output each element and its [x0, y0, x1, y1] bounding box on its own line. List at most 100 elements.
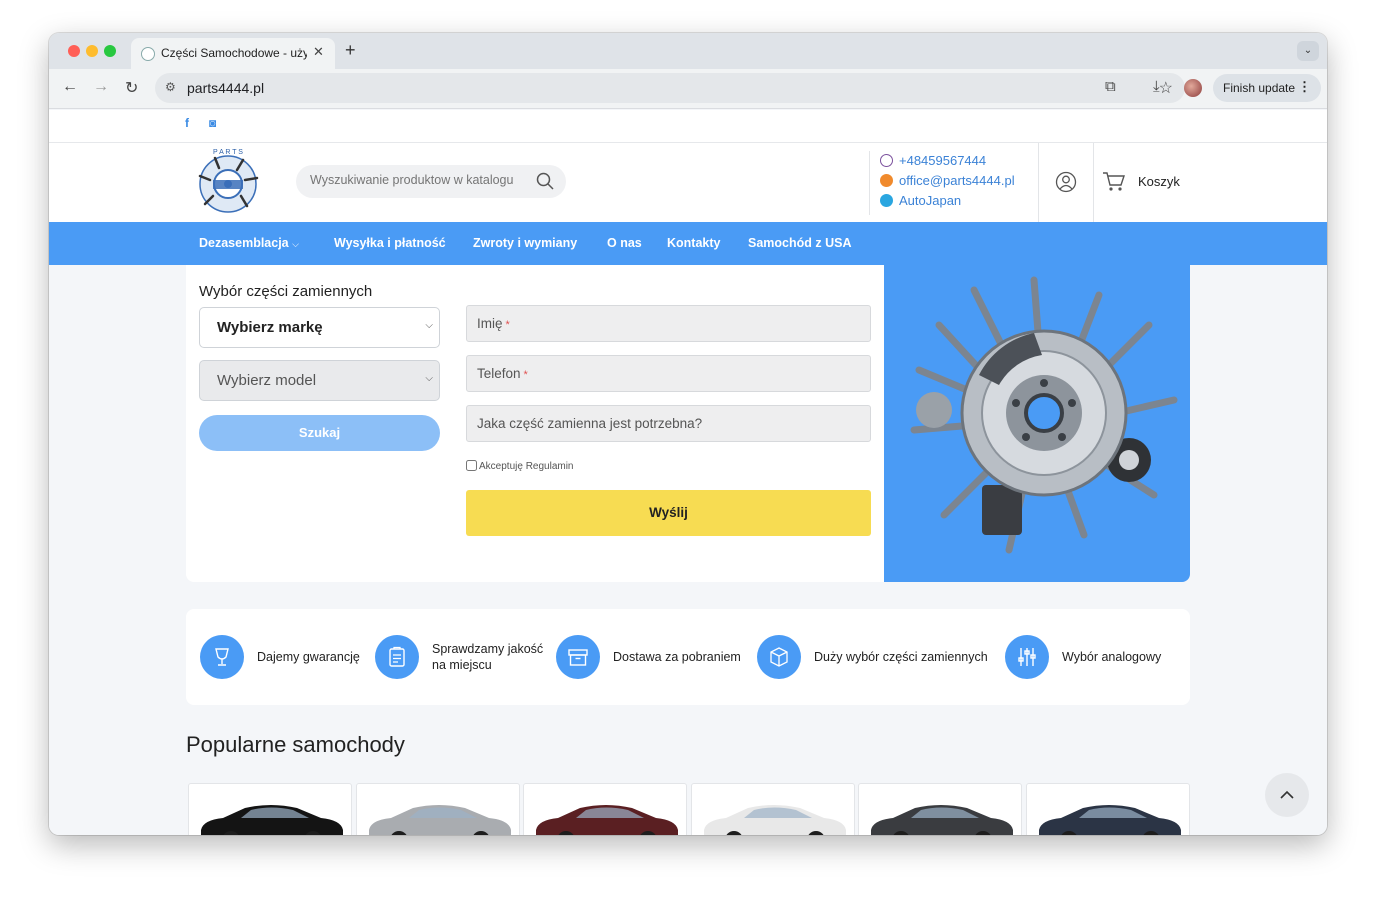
popular-car-card[interactable] — [523, 783, 687, 835]
popular-car-card[interactable] — [690, 783, 855, 835]
submit-button[interactable]: Wyślij — [466, 490, 871, 536]
browser-toolbar: ← → ↻ ⚙ parts4444.pl ☆ ⧉ ⤓ Finish update… — [49, 69, 1327, 109]
reload-icon[interactable]: ↻ — [125, 78, 138, 98]
tab-search-button[interactable]: ⌄ — [1297, 41, 1319, 61]
car-parts-illustration — [910, 276, 1178, 554]
bookmark-star-icon[interactable]: ☆ — [1159, 78, 1173, 98]
popular-car-card[interactable] — [355, 783, 520, 835]
finish-update-button[interactable]: Finish update ⋮ — [1213, 74, 1321, 102]
archive-box-icon — [556, 635, 600, 679]
chevron-down-icon: ⌵ — [425, 373, 433, 384]
car-image — [871, 805, 1013, 835]
sliders-icon — [1005, 635, 1049, 679]
browser-tab[interactable]: Części Samochodowe - używ ✕ — [131, 38, 335, 69]
cart-label: Koszyk — [1138, 174, 1180, 189]
email-icon — [880, 174, 893, 187]
close-window-button[interactable] — [68, 45, 80, 57]
search-button[interactable]: Szukaj — [199, 415, 440, 451]
phone-text: +48459567444 — [899, 153, 987, 168]
car-image — [1038, 805, 1181, 835]
required-mark: * — [505, 319, 510, 331]
part-placeholder: Jaka część zamienna jest potrzebna? — [477, 416, 703, 431]
car-parts-hero-image — [884, 265, 1190, 582]
site-header: P A R T S +48459567444 office@parts4444.… — [49, 143, 1327, 222]
extensions-icon[interactable]: ⧉ — [1105, 78, 1116, 95]
phone-placeholder: Telefon — [477, 366, 521, 381]
cart-button[interactable]: Koszyk — [1102, 171, 1192, 195]
user-icon — [1055, 171, 1077, 193]
popular-car-card[interactable] — [188, 783, 352, 835]
back-arrow-icon[interactable]: ← — [62, 78, 78, 96]
contact-info: +48459567444 office@parts4444.pl AutoJap… — [869, 151, 1039, 215]
popular-car-card[interactable] — [1025, 783, 1190, 835]
parts-request-card: Wybór części zamiennych Wybierz markę ⌵ … — [186, 265, 1190, 582]
finish-update-label: Finish update — [1223, 81, 1296, 95]
nav-item-label: Dezasemblacja — [199, 236, 289, 250]
search-input[interactable] — [310, 173, 520, 187]
forward-arrow-icon[interactable]: → — [93, 78, 109, 96]
feature-label: Wybór analogowy — [1062, 650, 1162, 664]
chevron-up-icon — [1280, 790, 1294, 799]
download-icon[interactable]: ⤓ — [1153, 78, 1160, 95]
scroll-to-top-button[interactable] — [1265, 773, 1309, 817]
nav-item-returns[interactable]: Zwroty i wymiany — [473, 236, 577, 250]
car-image — [536, 805, 678, 835]
product-search[interactable] — [296, 165, 566, 198]
account-button[interactable] — [1038, 143, 1094, 222]
car-image — [703, 805, 846, 835]
zoom-window-button[interactable] — [104, 45, 116, 57]
url-text[interactable]: parts4444.pl — [187, 80, 264, 96]
browser-window: Części Samochodowe - używ ✕ + ⌄ ← → ↻ ⚙ … — [49, 33, 1327, 835]
email-text: office@parts4444.pl — [899, 173, 1015, 188]
viber-icon — [880, 154, 893, 167]
nav-item-contacts[interactable]: Kontakty — [667, 236, 720, 250]
site-favicon-icon — [141, 47, 155, 61]
minimize-window-button[interactable] — [86, 45, 98, 57]
instagram-icon[interactable]: ◙ — [209, 116, 216, 130]
car-image — [201, 805, 343, 835]
facebook-icon[interactable]: f — [185, 116, 189, 130]
tab-close-icon[interactable]: ✕ — [313, 44, 324, 60]
feature-label: Sprawdzamy jakość na miejscu — [432, 642, 544, 672]
site-info-icon[interactable]: ⚙ — [165, 80, 176, 94]
name-field[interactable]: Imię * — [466, 305, 871, 342]
feature-label: Duży wybór części zamiennych — [814, 650, 988, 664]
skype-link[interactable]: AutoJapan — [880, 193, 961, 208]
feature-label: Dostawa za pobraniem — [613, 650, 741, 664]
brand-select-value: Wybierz markę — [217, 319, 323, 336]
popular-cars-title: Popularne samochody — [186, 732, 405, 757]
tab-title: Części Samochodowe - używ — [161, 46, 307, 60]
accept-terms-label: Akceptuję Regulamin — [479, 461, 574, 472]
brand-select[interactable]: Wybierz markę ⌵ — [199, 307, 440, 348]
part-field[interactable]: Jaka część zamienna jest potrzebna? — [466, 405, 871, 442]
cube-icon — [757, 635, 801, 679]
feature-label: Dajemy gwarancję — [257, 650, 360, 664]
social-bar: f ◙ — [49, 110, 1327, 143]
clipboard-icon — [375, 635, 419, 679]
model-select[interactable]: Wybierz model ⌵ — [199, 360, 440, 401]
more-menu-icon[interactable]: ⋮ — [1298, 79, 1311, 95]
phone-link[interactable]: +48459567444 — [880, 153, 986, 168]
accept-terms[interactable]: Akceptuję Regulamin — [466, 460, 574, 472]
nav-item-about[interactable]: O nas — [607, 236, 642, 250]
nav-item-dezasemblacja[interactable]: Dezasemblacja ⌵ — [199, 236, 299, 250]
trophy-icon — [200, 635, 244, 679]
profile-avatar[interactable] — [1184, 79, 1202, 97]
features-strip: Dajemy gwarancję Sprawdzamy jakość na mi… — [186, 609, 1190, 705]
email-link[interactable]: office@parts4444.pl — [880, 173, 1015, 188]
popular-car-card[interactable] — [858, 783, 1022, 835]
address-bar[interactable]: ⚙ parts4444.pl ☆ — [155, 73, 1185, 103]
svg-text:P A R T S: P A R T S — [213, 149, 243, 156]
phone-field[interactable]: Telefon * — [466, 355, 871, 392]
nav-item-shipping[interactable]: Wysyłka i płatność — [334, 236, 446, 250]
accept-terms-checkbox[interactable] — [466, 460, 477, 471]
new-tab-button[interactable]: + — [345, 40, 356, 61]
required-mark: * — [523, 369, 528, 381]
tab-strip: Części Samochodowe - używ ✕ + ⌄ — [49, 33, 1327, 69]
parts4444-logo[interactable]: P A R T S — [185, 146, 271, 218]
car-image — [368, 805, 511, 835]
search-icon[interactable] — [536, 172, 554, 190]
nav-item-usa-car[interactable]: Samochód z USA — [748, 236, 852, 250]
chevron-down-icon: ⌵ — [292, 239, 299, 249]
web-page: f ◙ P A R T S Wyszukiwanie produktow w k… — [49, 110, 1327, 835]
